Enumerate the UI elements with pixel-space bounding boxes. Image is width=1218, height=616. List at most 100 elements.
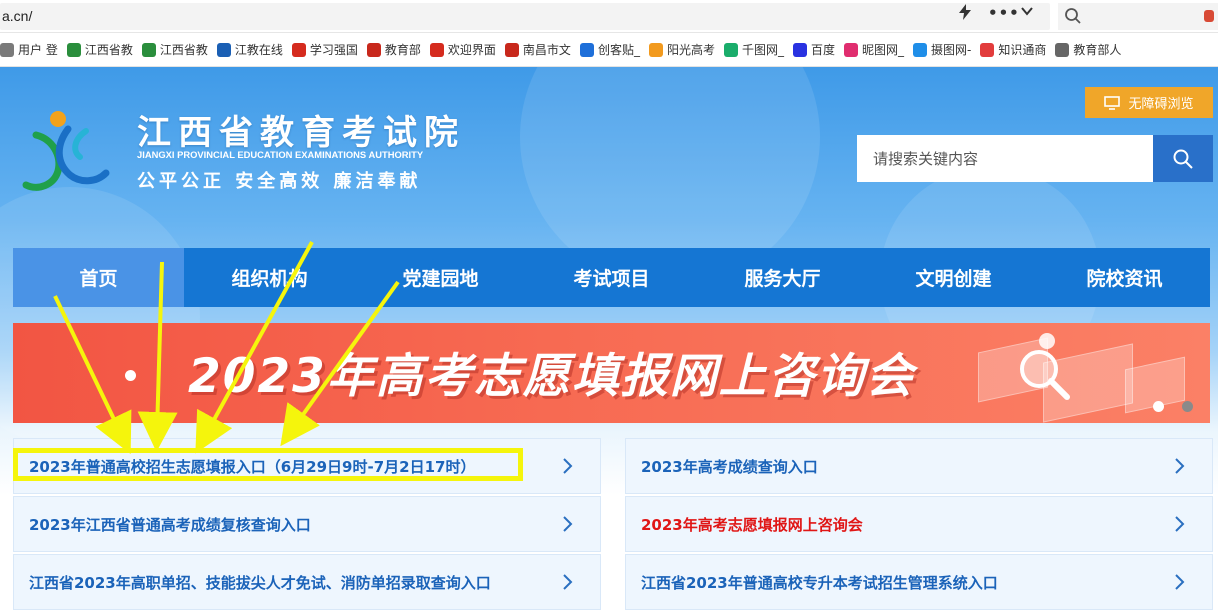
bookmark-item[interactable]: 教育部 [366, 41, 421, 58]
xuexi-icon [291, 42, 306, 57]
bookmark-item[interactable]: 江西省教 [66, 41, 133, 58]
quick-link-row[interactable]: 江西省2023年高职单招、技能拔尖人才免试、消防单招录取查询入口 [13, 554, 601, 610]
slide-dot-1[interactable] [1153, 401, 1164, 412]
chevron-down-icon[interactable] [1020, 4, 1034, 22]
bookmark-label: 摄图网- [931, 43, 972, 57]
bookmark-label: 教育部人 [1073, 43, 1122, 57]
chuangke-icon [579, 42, 594, 57]
bookmark-item[interactable]: 江西省教 [141, 41, 208, 58]
bookmark-item[interactable]: 摄图网- [913, 41, 971, 58]
search-icon [1065, 8, 1081, 24]
bookmark-label: 昵图网_ [862, 43, 905, 57]
banner-title: 2023年高考志愿填报网上咨询会 [188, 349, 915, 404]
browser-search-box[interactable] [1058, 3, 1218, 30]
bookmark-item[interactable]: 百度 [792, 41, 835, 58]
chevron-right-icon [563, 516, 573, 532]
quick-link-label[interactable]: 2023年高考成绩查询入口 [641, 456, 818, 477]
bookmark-item[interactable]: 用户 登 [0, 41, 58, 58]
chevron-right-icon [1175, 516, 1185, 532]
accessibility-button[interactable]: 无障碍浏览 [1085, 87, 1213, 118]
browser-address-bar: a.cn/ ••• [0, 0, 1218, 33]
quick-link-row[interactable]: 2023年高考成绩查询入口 [625, 438, 1213, 494]
site-search [857, 135, 1213, 182]
baidu-icon [792, 42, 807, 57]
nav-item[interactable]: 文明创建 [868, 248, 1039, 307]
globe-icon [1055, 42, 1070, 57]
user-icon [0, 42, 14, 57]
nav-item[interactable]: 组织机构 [184, 248, 355, 307]
quick-link-row[interactable]: 江西省2023年普通高校专升本考试招生管理系统入口 [625, 554, 1213, 610]
chevron-right-icon [1175, 458, 1185, 474]
nav-item[interactable]: 党建园地 [355, 248, 526, 307]
main-nav: 首页 组织机构 党建园地 考试项目 服务大厅 文明创建 院校资讯 [13, 248, 1210, 307]
shetu-icon [913, 42, 928, 57]
url-text[interactable]: a.cn/ [2, 8, 32, 24]
quick-link-row[interactable]: 2023年江西省普通高考成绩复核查询入口 [13, 496, 601, 552]
bookmark-label: 江教在线 [234, 43, 283, 57]
bookmark-item[interactable]: 知识通商 [980, 41, 1046, 58]
bookmark-label: 江西省教 [84, 43, 133, 57]
bookmark-item[interactable]: 江教在线 [216, 41, 283, 58]
nipic-icon [844, 42, 858, 57]
url-field[interactable]: a.cn/ [0, 3, 1050, 30]
page-body: 江西省教育考试院 JIANGXI PROVINCIAL EDUCATION EX… [0, 67, 1218, 616]
bookmark-label: 创客贴_ [597, 43, 640, 57]
bookmark-item[interactable]: 千图网_ [723, 41, 784, 58]
quick-links-right: 2023年高考成绩查询入口 2023年高考志愿填报网上咨询会江西省2023年普通高… [625, 438, 1213, 612]
more-options-icon[interactable]: ••• [988, 4, 1020, 22]
site-subtitle-en: JIANGXI PROVINCIAL EDUCATION EXAMINATION… [137, 149, 424, 160]
bookmark-item[interactable]: 昵图网_ [844, 41, 904, 58]
quick-link-label[interactable]: 江西省2023年高职单招、技能拔尖人才免试、消防单招录取查询入口 [29, 572, 491, 593]
magnifier-icon [1020, 350, 1070, 400]
slide-dot-2[interactable] [1182, 401, 1193, 412]
bookmark-label: 阳光高考 [666, 43, 715, 57]
banner-deco-dot [125, 370, 136, 381]
annotation-highlight-box [13, 448, 523, 481]
site-title: 江西省教育考试院 [137, 113, 465, 153]
qiantu-icon [723, 42, 738, 57]
bookmark-item[interactable]: 教育部人 [1055, 41, 1121, 58]
bookmark-label: 百度 [810, 43, 835, 57]
chevron-right-icon [563, 458, 573, 474]
nc-icon [504, 42, 519, 57]
extension-icon[interactable] [1204, 10, 1214, 22]
zhishi-icon [980, 42, 995, 57]
quick-link-label[interactable]: 2023年江西省普通高考成绩复核查询入口 [29, 514, 311, 535]
quick-link-label[interactable]: 2023年高考志愿填报网上咨询会 [641, 514, 863, 535]
search-input[interactable] [857, 135, 1153, 182]
moe-icon [366, 42, 381, 57]
jjzx-icon [216, 42, 231, 57]
welcome-icon [429, 42, 444, 57]
chevron-right-icon [563, 574, 573, 590]
nav-item[interactable]: 考试项目 [526, 248, 697, 307]
bookmark-label: 江西省教 [159, 43, 208, 57]
search-button[interactable] [1153, 135, 1213, 182]
bookmark-item[interactable]: 南昌市文 [504, 41, 571, 58]
search-icon [1173, 149, 1193, 169]
bookmark-item[interactable]: 欢迎界面 [429, 41, 496, 58]
bookmark-label: 南昌市文 [522, 43, 571, 57]
bookmark-item[interactable]: 学习强国 [291, 41, 358, 58]
quick-link-label[interactable]: 江西省2023年普通高校专升本考试招生管理系统入口 [641, 572, 998, 593]
jx-logo-icon [66, 42, 81, 57]
banner-carousel[interactable]: 2023年高考志愿填报网上咨询会 [13, 323, 1210, 423]
sunshine-icon [648, 42, 663, 57]
site-logo[interactable] [18, 105, 110, 195]
bookmarks-bar: 用户 登 江西省教 江西省教 江教在线 学习强国 教育部 欢迎界面 南昌市文 创客贴_ 阳光高考 千… [0, 33, 1218, 67]
bookmark-item[interactable]: 阳光高考 [648, 41, 715, 58]
bookmark-label: 千图网_ [741, 43, 784, 57]
nav-item[interactable]: 院校资讯 [1039, 248, 1210, 307]
bookmark-label: 学习强国 [309, 43, 358, 57]
site-slogan: 公平公正 安全高效 廉洁奉献 [137, 171, 422, 192]
bookmark-item[interactable]: 创客贴_ [579, 41, 640, 58]
nav-item[interactable]: 服务大厅 [697, 248, 868, 307]
bookmark-label: 知识通商 [998, 43, 1047, 57]
quick-link-row[interactable]: 2023年高考志愿填报网上咨询会 [625, 496, 1213, 552]
bookmark-label: 欢迎界面 [447, 43, 496, 57]
nav-item[interactable]: 首页 [13, 248, 184, 307]
monitor-icon [1104, 95, 1121, 110]
accessibility-label: 无障碍浏览 [1128, 97, 1194, 112]
chevron-right-icon [1175, 574, 1185, 590]
lightning-icon[interactable] [958, 4, 972, 24]
jx-logo-icon [141, 42, 156, 57]
